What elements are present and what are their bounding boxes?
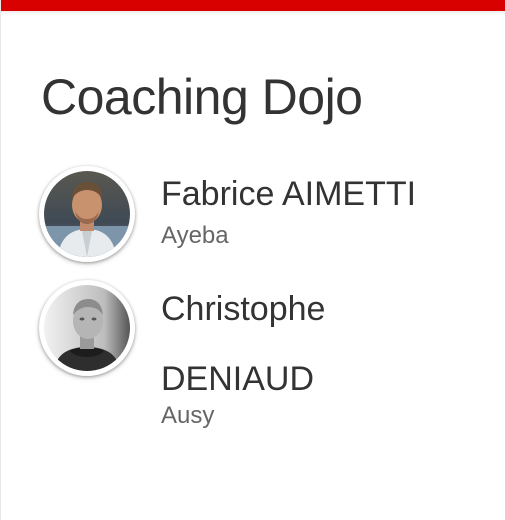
speaker-photo-bw-icon	[44, 285, 130, 371]
session-card: Coaching Dojo Fabrice AIMETTI Ayeba Chri…	[0, 0, 505, 520]
accent-bar-shadow	[1, 11, 505, 15]
avatar[interactable]	[39, 280, 135, 376]
speaker-company: Ayeba	[161, 222, 229, 249]
accent-bar	[1, 0, 505, 11]
session-title: Coaching Dojo	[41, 69, 363, 125]
speaker-company: Ausy	[161, 402, 215, 429]
avatar[interactable]	[39, 166, 135, 262]
speaker-name[interactable]: Christophe DENIAUD	[161, 274, 481, 414]
speaker-name[interactable]: Fabrice AIMETTI	[161, 171, 481, 217]
speaker-photo-icon	[44, 171, 130, 257]
